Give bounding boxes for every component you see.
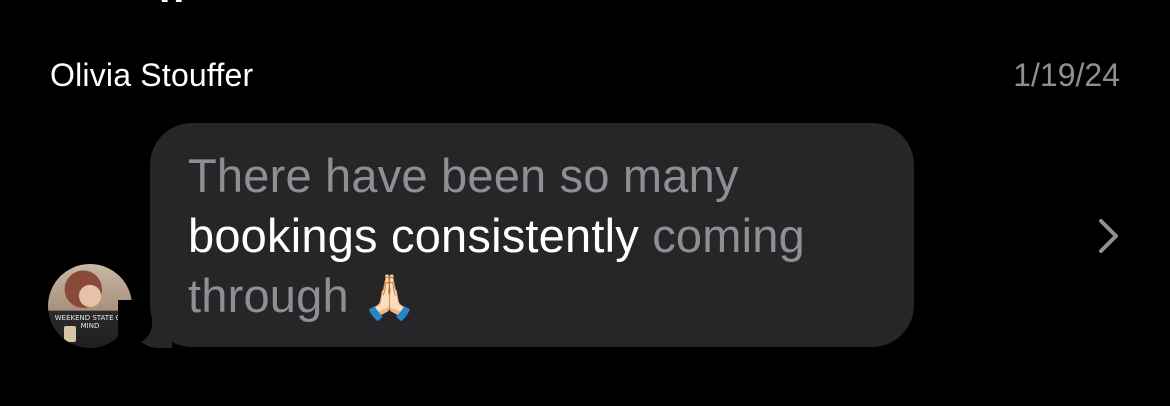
chevron-right-icon[interactable]	[1096, 218, 1120, 254]
praying-hands-emoji: 🙏🏻	[362, 272, 418, 323]
previous-heading-fragment: g	[160, 0, 250, 2]
message-highlight: bookings consistently	[188, 209, 639, 262]
message-text-part1: There have been so many	[188, 149, 739, 202]
message-date: 1/19/24	[1013, 57, 1120, 93]
coffee-cup-icon	[64, 326, 76, 342]
message-text: There have been so many bookings consist…	[188, 146, 888, 328]
sender-name: Olivia Stouffer	[50, 57, 254, 93]
